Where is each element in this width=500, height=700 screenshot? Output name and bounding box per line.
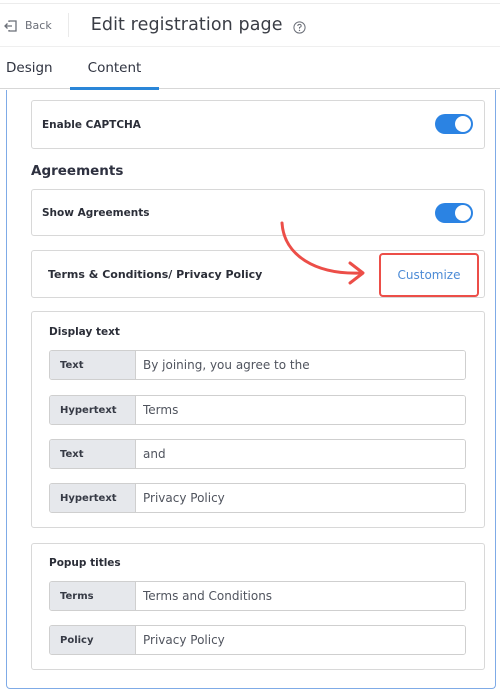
captcha-setting-row: Enable CAPTCHA [31,100,485,149]
display-text-field-2: Hypertext [49,395,466,425]
tab-content[interactable]: Content [70,48,159,90]
captcha-toggle[interactable] [435,114,473,134]
page-header: Back Edit registration page [0,4,500,47]
field-addon: Hypertext [50,396,136,424]
display-text-field-1: Text [49,350,466,380]
display-text-field-3: Text [49,439,466,469]
popup-terms-input[interactable] [136,582,465,610]
exit-arrow-icon [4,18,18,32]
popup-title-field-policy: Policy [49,625,466,655]
show-agreements-label: Show Agreements [42,207,150,219]
popup-policy-input[interactable] [136,626,465,654]
agreements-heading: Agreements [31,163,124,179]
display-text-input-2[interactable] [136,396,465,424]
toggle-knob [455,116,471,132]
back-label: Back [25,18,52,32]
toggle-knob [455,205,471,221]
content-panel: Enable CAPTCHA Agreements Show Agreement… [6,90,496,689]
display-text-input-4[interactable] [136,484,465,512]
show-agreements-row: Show Agreements [31,189,485,236]
back-button[interactable]: Back [4,13,69,37]
page-title: Edit registration page [90,15,283,35]
terms-privacy-label: Terms & Conditions/ Privacy Policy [48,268,263,281]
display-text-input-1[interactable] [136,351,465,379]
field-addon: Text [50,440,136,468]
tab-design[interactable]: Design [6,48,53,89]
popup-titles-group: Popup titles Terms Policy [31,543,485,670]
show-agreements-toggle[interactable] [435,203,473,223]
display-text-field-4: Hypertext [49,483,466,513]
field-addon: Policy [50,626,136,654]
display-text-title: Display text [49,326,120,338]
question-circle-icon[interactable] [293,19,306,34]
field-addon: Terms [50,582,136,610]
display-text-input-3[interactable] [136,440,465,468]
captcha-label: Enable CAPTCHA [42,119,141,131]
terms-privacy-row: Terms & Conditions/ Privacy Policy Custo… [31,250,485,298]
customize-button[interactable]: Customize [379,253,479,297]
display-text-group: Display text Text Hypertext Text Hyperte… [31,311,485,528]
popup-titles-title: Popup titles [49,557,121,569]
field-addon: Hypertext [50,484,136,512]
field-addon: Text [50,351,136,379]
tab-bar: Design Content [0,48,500,90]
popup-title-field-terms: Terms [49,581,466,611]
